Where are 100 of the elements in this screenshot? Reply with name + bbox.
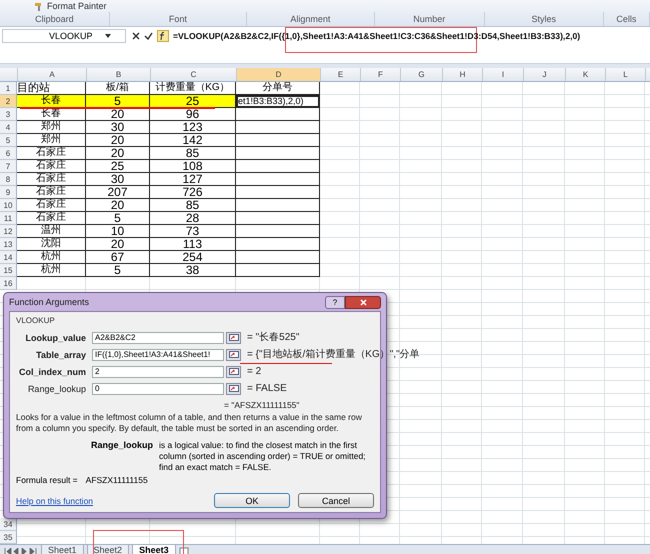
column-header[interactable]: K (566, 68, 606, 81)
table-cell: 石家庄 (17, 160, 86, 173)
column-header[interactable]: F (361, 68, 401, 81)
table-cell: 108 (150, 160, 236, 173)
table-cell: 142 (150, 134, 236, 147)
row-header[interactable]: 8 (0, 173, 17, 186)
table-cell: 石家庄 (17, 173, 86, 186)
cancel-button[interactable]: Cancel (298, 493, 374, 508)
argument-result: = {"目地站板/箱计费重量（KG）","分单 (247, 349, 420, 360)
column-header[interactable]: H (443, 68, 483, 81)
table-cell: 73 (150, 225, 236, 238)
table-cell: 5 (86, 264, 150, 277)
row-header[interactable]: 35 (0, 531, 17, 544)
column-header[interactable]: G (401, 68, 443, 81)
argument-label: Col_index_num (18, 366, 87, 376)
table-cell: 30 (86, 121, 150, 134)
table-cell: 郑州 (17, 121, 86, 134)
argument-result: = "长春525" (247, 332, 300, 343)
table-cell: 石家庄 (17, 147, 86, 160)
table-cell: 726 (150, 186, 236, 199)
table-cell: 温州 (17, 225, 86, 238)
table-cell: 20 (86, 134, 150, 147)
row-header[interactable]: 2 (0, 95, 17, 108)
close-icon (360, 298, 366, 306)
row-header[interactable]: 4 (0, 121, 17, 134)
table-cell: 20 (86, 199, 150, 212)
sheet-tab[interactable]: Sheet3 (132, 545, 176, 554)
ribbon-group-label: Styles (484, 12, 604, 26)
column-header[interactable]: E (321, 68, 361, 81)
column-header[interactable]: L (606, 68, 646, 81)
editing-cell[interactable]: et1!B3:B33),2,0) (236, 95, 320, 108)
row-header[interactable]: 6 (0, 147, 17, 160)
ribbon-group-label: Clipboard (0, 12, 110, 26)
column-header[interactable]: D (237, 68, 321, 81)
format-painter-button[interactable]: Format Painter (47, 1, 107, 11)
sheet-tab[interactable]: Sheet1 (41, 545, 84, 554)
column-header[interactable]: B (87, 68, 151, 81)
row-header[interactable]: 34 (0, 518, 17, 531)
row-header[interactable]: 14 (0, 251, 17, 264)
row-header[interactable]: 16 (0, 277, 17, 290)
range-picker-icon (228, 368, 238, 375)
formula-result-value: AFSZX11111155 (86, 475, 148, 485)
table-cell: 85 (150, 147, 236, 160)
ribbon-group-label: Font (110, 12, 247, 26)
table-cell: 28 (150, 212, 236, 225)
sheet-tab[interactable]: Sheet2 (86, 545, 130, 554)
row-header[interactable]: 1 (0, 82, 17, 95)
argument-input[interactable]: IF({1,0},Sheet1!A3:A41&Sheet1! (92, 348, 224, 360)
help-link[interactable]: Help on this function (16, 496, 94, 506)
help-button[interactable]: ? (325, 296, 345, 308)
name-box[interactable]: VLOOKUP (2, 29, 126, 43)
cancel-icon[interactable] (132, 32, 140, 40)
table-cell: 30 (86, 173, 150, 186)
row-header[interactable]: 9 (0, 186, 17, 199)
table-cell: 郑州 (17, 134, 86, 147)
row-header[interactable]: 11 (0, 212, 17, 225)
row-header[interactable]: 15 (0, 264, 17, 277)
table-cell: 5 (86, 95, 150, 108)
check-icon[interactable] (144, 32, 153, 40)
argument-input[interactable]: 2 (92, 366, 224, 378)
collapse-dialog-button[interactable] (226, 366, 241, 378)
row-header[interactable]: 10 (0, 199, 17, 212)
table-cell: 20 (86, 108, 150, 121)
range-picker-icon (228, 351, 238, 358)
function-name: VLOOKUP (16, 316, 56, 325)
argument-label: Lookup_value (24, 332, 87, 342)
table-cell: 123 (150, 121, 236, 134)
table-cell: 5 (86, 212, 150, 225)
dropdown-caret-icon[interactable] (104, 34, 111, 38)
table-cell: 25 (86, 160, 150, 173)
ok-button[interactable]: OK (214, 493, 290, 508)
table-cell: 96 (150, 108, 236, 121)
function-result: = "AFSZX11111155" (224, 400, 300, 410)
collapse-dialog-button[interactable] (226, 332, 241, 344)
ribbon-group-label: Cells (604, 12, 650, 26)
row-header[interactable]: 12 (0, 225, 17, 238)
column-header[interactable]: I (483, 68, 524, 81)
table-cell: 38 (150, 264, 236, 277)
collapse-dialog-button[interactable] (226, 382, 241, 394)
range-picker-icon (228, 334, 238, 341)
table-cell: 长春 (17, 95, 86, 108)
close-button[interactable] (345, 296, 381, 308)
ribbon-group-label: Alignment (246, 12, 375, 26)
table-cell: 10 (86, 225, 150, 238)
argument-result: = FALSE (247, 383, 287, 394)
column-header[interactable]: J (524, 68, 566, 81)
table-cell: 20 (86, 147, 150, 160)
insert-function-icon[interactable] (157, 30, 169, 42)
column-header[interactable]: A (18, 68, 87, 81)
argument-input[interactable]: A2&B2&C2 (92, 332, 224, 344)
table-cell: 25 (150, 95, 236, 108)
row-header[interactable]: 7 (0, 160, 17, 173)
ribbon-group-label: Number (374, 12, 485, 26)
row-header[interactable]: 5 (0, 134, 17, 147)
collapse-dialog-button[interactable] (226, 348, 241, 360)
row-header[interactable]: 13 (0, 238, 17, 251)
table-cell: 石家庄 (17, 186, 86, 199)
sheet-navigation-icon[interactable] (4, 548, 38, 554)
row-header[interactable]: 3 (0, 108, 17, 121)
argument-input[interactable]: 0 (92, 382, 224, 394)
